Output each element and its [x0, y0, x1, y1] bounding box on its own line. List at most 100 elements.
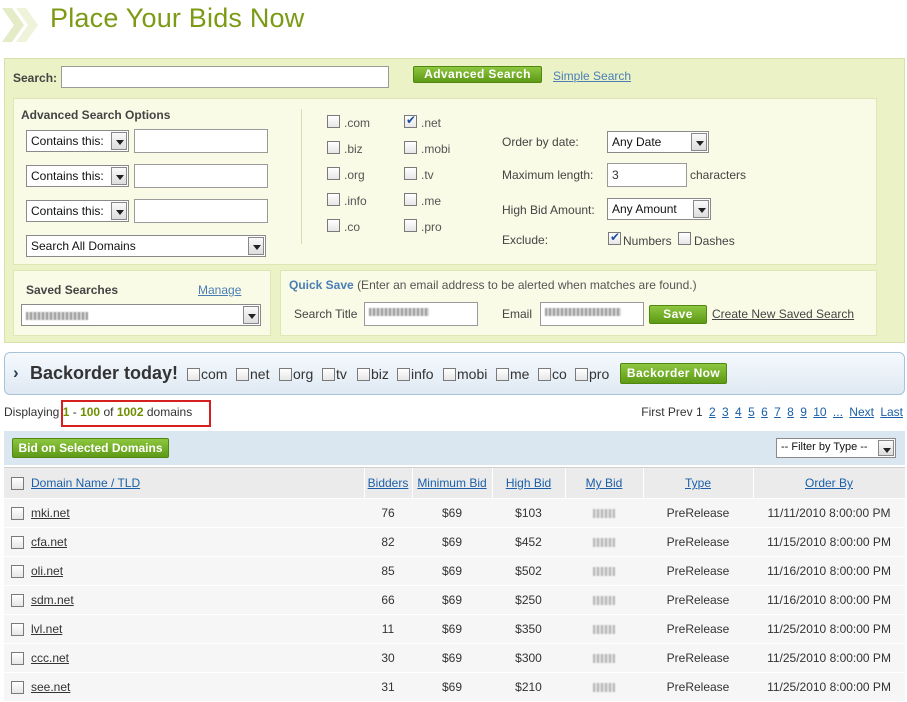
backorder-tld-me[interactable]: me: [496, 366, 529, 382]
checkbox-icon[interactable]: [279, 368, 292, 381]
tld-checkbox-pro[interactable]: [404, 219, 417, 232]
exclude-dashes-checkbox[interactable]: [678, 232, 691, 245]
email-input[interactable]: [540, 302, 644, 326]
checkbox-icon[interactable]: [357, 368, 370, 381]
pager-page-9[interactable]: 9: [800, 405, 807, 419]
pager-page-3[interactable]: 3: [722, 405, 729, 419]
col-domain-header[interactable]: Domain Name / TLD: [31, 468, 140, 499]
tld-checkbox-tv[interactable]: [404, 167, 417, 180]
checkbox-icon[interactable]: [575, 368, 588, 381]
pager-page-7[interactable]: 7: [774, 405, 781, 419]
row-checkbox[interactable]: [11, 594, 24, 607]
tld-checkbox-org[interactable]: [327, 167, 340, 180]
tld-checkbox-info[interactable]: [327, 193, 340, 206]
filter-type-select[interactable]: -- Filter by Type --: [776, 438, 896, 458]
col-order-by-header[interactable]: Order By: [753, 468, 905, 499]
domain-link[interactable]: cfa.net: [31, 528, 67, 556]
col-bidders-header[interactable]: Bidders: [364, 468, 412, 499]
contains-select-1[interactable]: Contains this:: [26, 130, 129, 152]
checkbox-icon[interactable]: [538, 368, 551, 381]
backorder-tld-biz[interactable]: biz: [357, 366, 389, 382]
backorder-tld-pro[interactable]: pro: [575, 366, 609, 382]
page-title: Place Your Bids Now: [50, 3, 305, 33]
min-bid-cell: $69: [441, 564, 463, 578]
table-row: oli.net 85 $69 $502 PreRelease 11/16/2010 8:0…: [4, 557, 905, 586]
redacted-value: [369, 308, 429, 317]
pager-page-5[interactable]: 5: [748, 405, 755, 419]
pager-prev: Prev: [667, 405, 693, 419]
row-checkbox[interactable]: [11, 623, 24, 636]
contains-select-3[interactable]: Contains this:: [26, 200, 129, 222]
min-bid-cell: $69: [441, 535, 463, 549]
pager-page-6[interactable]: 6: [761, 405, 768, 419]
quick-save-title: Quick Save: [289, 278, 354, 292]
tld-checkbox-biz[interactable]: [327, 141, 340, 154]
backorder-tld-com[interactable]: com: [187, 366, 227, 382]
tld-checkbox-co[interactable]: [327, 219, 340, 232]
domain-link[interactable]: see.net: [31, 673, 70, 701]
pagination: First Prev 1 2 3 4 5 6 7 8 9 10 ... Next…: [641, 405, 903, 419]
checkbox-icon[interactable]: [443, 368, 456, 381]
pager-page-10[interactable]: 10: [813, 405, 826, 419]
backorder-tld-info[interactable]: info: [397, 366, 434, 382]
exclude-numbers-checkbox[interactable]: [608, 230, 621, 245]
backorder-tld-co[interactable]: co: [538, 366, 567, 382]
domain-link[interactable]: oli.net: [31, 557, 63, 585]
pager-more[interactable]: ...: [833, 405, 843, 419]
domain-link[interactable]: lvl.net: [31, 615, 62, 643]
domain-link[interactable]: mki.net: [31, 499, 70, 527]
backorder-tld-net[interactable]: net: [236, 366, 269, 382]
col-min-bid-header[interactable]: Minimum Bid: [412, 468, 492, 499]
order-by-date-select[interactable]: Any Date: [607, 131, 709, 153]
search-title-input[interactable]: [364, 302, 478, 326]
advanced-options-title: Advanced Search Options: [21, 108, 171, 122]
contains-input-3[interactable]: [134, 199, 268, 223]
row-checkbox[interactable]: [11, 681, 24, 694]
exclude-dashes-label: Dashes: [694, 234, 735, 248]
row-checkbox[interactable]: [11, 652, 24, 665]
pager-page-8[interactable]: 8: [787, 405, 794, 419]
save-button[interactable]: Save: [649, 305, 707, 324]
contains-input-1[interactable]: [134, 129, 268, 153]
contains-input-2[interactable]: [134, 164, 268, 188]
pager-page-4[interactable]: 4: [735, 405, 742, 419]
row-checkbox[interactable]: [11, 507, 24, 520]
col-high-bid-header[interactable]: High Bid: [492, 468, 565, 499]
tld-checkbox-net[interactable]: [404, 113, 417, 128]
tld-checkbox-mobi[interactable]: [404, 141, 417, 154]
redacted-value: [593, 538, 615, 548]
search-input[interactable]: [61, 66, 389, 88]
high-bid-select[interactable]: Any Amount: [607, 198, 711, 220]
col-type-header[interactable]: Type: [643, 468, 753, 499]
tld-checkbox-com[interactable]: [327, 115, 340, 128]
advanced-search-button[interactable]: Advanced Search: [413, 66, 542, 83]
simple-search-link[interactable]: Simple Search: [553, 69, 631, 83]
pager-page-2[interactable]: 2: [709, 405, 716, 419]
backorder-tld-mobi[interactable]: mobi: [443, 366, 487, 382]
pager-last[interactable]: Last: [880, 405, 903, 419]
row-checkbox[interactable]: [11, 565, 24, 578]
domain-link[interactable]: sdm.net: [31, 586, 74, 614]
saved-search-select[interactable]: [21, 304, 261, 326]
tld-checkbox-me[interactable]: [404, 193, 417, 206]
max-length-input[interactable]: [607, 163, 687, 187]
bid-selected-button[interactable]: Bid on Selected Domains: [12, 438, 169, 458]
domain-link[interactable]: ccc.net: [31, 644, 69, 672]
select-all-checkbox[interactable]: [11, 477, 24, 490]
col-my-bid-header[interactable]: My Bid: [565, 468, 643, 499]
checkbox-icon[interactable]: [187, 368, 200, 381]
checkbox-icon[interactable]: [496, 368, 509, 381]
create-saved-search-link[interactable]: Create New Saved Search: [712, 307, 854, 321]
search-scope-select[interactable]: Search All Domains: [26, 235, 266, 257]
manage-link[interactable]: Manage: [198, 283, 241, 297]
checkbox-icon[interactable]: [397, 368, 410, 381]
row-checkbox[interactable]: [11, 536, 24, 549]
pager-next[interactable]: Next: [849, 405, 874, 419]
tld-label: .mobi: [421, 142, 451, 156]
backorder-now-button[interactable]: Backorder Now: [620, 363, 727, 384]
checkbox-icon[interactable]: [236, 368, 249, 381]
backorder-tld-org[interactable]: org: [279, 366, 313, 382]
contains-select-2[interactable]: Contains this:: [26, 165, 129, 187]
backorder-tld-tv[interactable]: tv: [322, 366, 347, 382]
checkbox-icon[interactable]: [322, 368, 335, 381]
